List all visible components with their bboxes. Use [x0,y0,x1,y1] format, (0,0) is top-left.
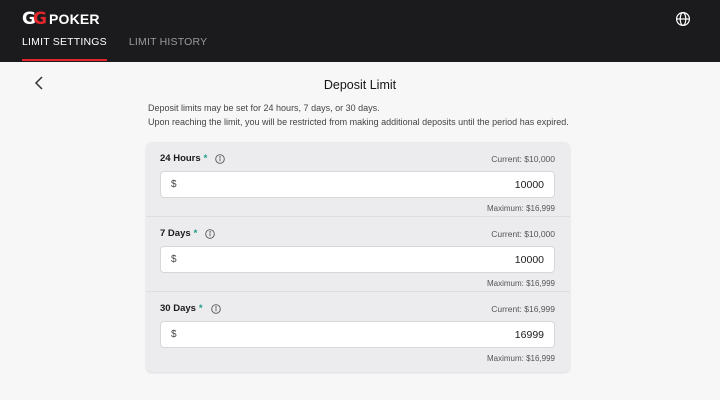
currency-symbol: $ [171,329,177,340]
maximum-limit: Maximum: $16,999 [486,354,555,363]
main-content: Deposit Limit Deposit limits may be set … [0,62,720,400]
required-mark: * [198,303,203,314]
tab-limit-settings[interactable]: LIMIT SETTINGS [22,36,107,62]
limits-card: 24 Hours * Current: $10,000 $ 10000 Maxi… [146,142,570,372]
globe-icon[interactable] [675,11,691,27]
limit-label: 7 Days [160,228,191,239]
current-limit: Current: $10,000 [491,229,555,239]
limit-label: 30 Days [160,303,196,314]
gg-logo-mark: GG [22,9,47,29]
ggpoker-logo[interactable]: GG POKER [22,9,100,29]
required-mark: * [203,153,208,164]
info-icon[interactable] [210,303,221,314]
info-icon[interactable] [215,153,226,164]
description-line-1: Deposit limits may be set for 24 hours, … [148,103,380,113]
currency-symbol: $ [171,254,177,265]
limit-input-24-hours[interactable]: $ 10000 [160,171,555,198]
limit-value[interactable]: 10000 [515,254,544,266]
limit-label-row: 30 Days * [160,303,221,314]
tab-bar: LIMIT SETTINGS LIMIT HISTORY [22,36,207,62]
limit-input-30-days[interactable]: $ 16999 [160,321,555,348]
limit-30-days: 30 Days * Current: $16,999 $ 16999 Maxim… [146,292,570,367]
page-title: Deposit Limit [323,78,397,92]
currency-symbol: $ [171,179,177,190]
limit-label: 24 Hours [160,153,201,164]
limit-input-7-days[interactable]: $ 10000 [160,246,555,273]
logo-text: POKER [48,11,100,27]
info-icon[interactable] [205,228,216,239]
limit-24-hours: 24 Hours * Current: $10,000 $ 10000 Maxi… [146,142,570,217]
limit-7-days: 7 Days * Current: $10,000 $ 10000 Maximu… [146,217,570,292]
required-mark: * [193,228,198,239]
maximum-limit: Maximum: $16,999 [486,204,555,213]
tab-limit-history[interactable]: LIMIT HISTORY [129,36,207,62]
limit-label-row: 24 Hours * [160,153,226,164]
current-limit: Current: $10,000 [491,154,555,164]
description: Deposit limits may be set for 24 hours, … [148,102,569,129]
limit-value[interactable]: 10000 [515,179,544,191]
current-limit: Current: $16,999 [491,304,555,314]
limit-value[interactable]: 16999 [515,329,544,341]
limit-label-row: 7 Days * [160,228,216,239]
maximum-limit: Maximum: $16,999 [486,279,555,288]
top-bar: GG POKER LIMIT SETTINGS LIMIT HISTORY [0,0,720,62]
description-line-2: Upon reaching the limit, you will be res… [148,116,569,127]
